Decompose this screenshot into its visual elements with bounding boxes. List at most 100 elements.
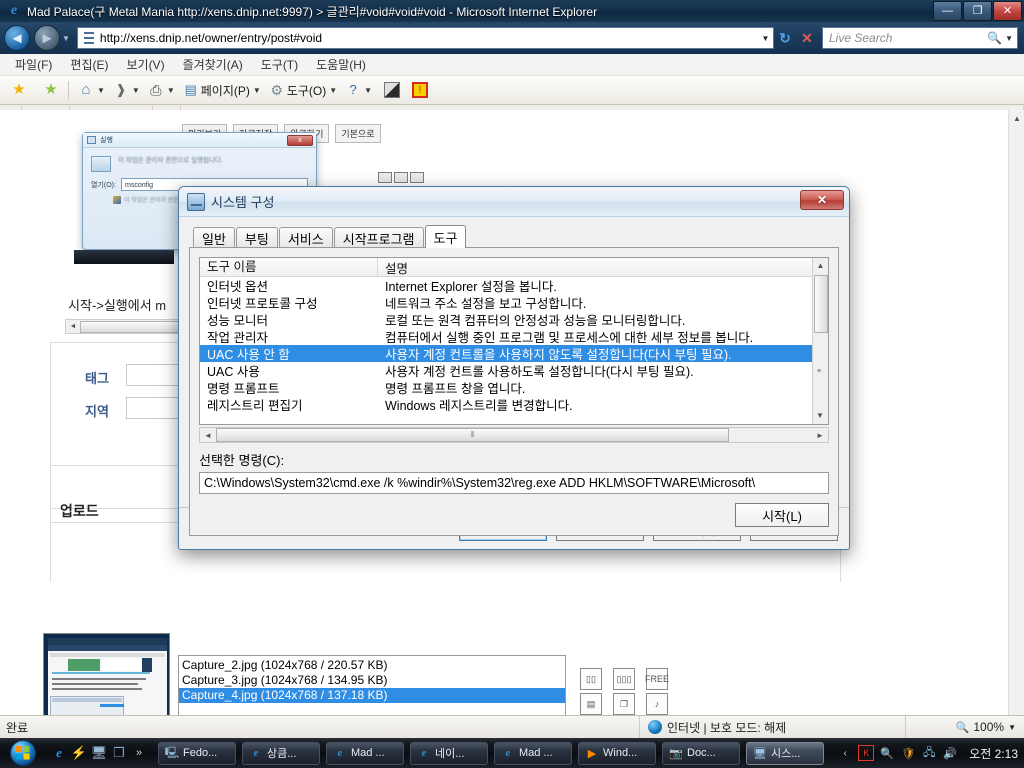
search-input[interactable]: Live Search 🔍 ▼ xyxy=(822,27,1018,49)
menu-item-help[interactable]: 도움말(H) xyxy=(307,54,375,75)
free-layout-icon[interactable]: FREE xyxy=(645,668,669,690)
chevron-down-icon[interactable]: ▼ xyxy=(1008,723,1016,732)
table-row[interactable]: 성능 모니터 로컬 또는 원격 컴퓨터의 안정성과 성능을 모니터링합니다. xyxy=(200,311,828,328)
tools-table-hscrollbar[interactable]: ◄ ⦀ ► xyxy=(199,427,829,443)
upload-thumbnail-preview[interactable] xyxy=(43,633,170,715)
gallery-icon[interactable]: ❐ xyxy=(613,693,635,715)
menu-item-favorites[interactable]: 즐겨찾기(A) xyxy=(174,54,252,75)
table-row[interactable]: 레지스트리 편집기 Windows 레지스트리를 변경합니다. xyxy=(200,396,828,413)
launch-button[interactable]: 시작(L) xyxy=(735,503,829,527)
table-row-selected[interactable]: UAC 사용 안 함 사용자 계정 컨트롤을 사용하지 않도록 설정합니다(다시… xyxy=(200,345,828,362)
tools-menu-button[interactable]: ⚙ 도구(O) ▼ xyxy=(266,79,340,101)
home-button[interactable]: ⌂ ▼ xyxy=(75,79,108,101)
tools-table-vscrollbar[interactable]: ▲ ≡ ▼ xyxy=(812,258,828,424)
chevron-down-icon[interactable]: ▼ xyxy=(364,86,372,95)
scroll-right-icon[interactable]: ► xyxy=(812,431,828,440)
tab-general[interactable]: 일반 xyxy=(193,227,235,248)
tab-startup[interactable]: 시작프로그램 xyxy=(333,227,424,248)
scroll-left-icon[interactable]: ◄ xyxy=(200,431,216,440)
taskbar-button-sysconfig[interactable]: 🖥 시스... xyxy=(746,741,824,765)
tab-services[interactable]: 서비스 xyxy=(278,227,333,248)
menu-item-view[interactable]: 보기(V) xyxy=(117,54,173,75)
two-column-icon[interactable]: ▯▯ xyxy=(580,668,602,690)
scroll-up-icon[interactable]: ▲ xyxy=(813,258,828,274)
scroll-left-icon[interactable]: ◄ xyxy=(66,323,80,330)
menu-item-edit[interactable]: 편집(E) xyxy=(61,54,117,75)
taskbar-button-mad-1[interactable]: e Mad ... xyxy=(326,741,404,765)
table-row[interactable]: 작업 관리자 컴퓨터에서 실행 중인 프로그램 및 프로세스에 대한 세부 정보… xyxy=(200,328,828,345)
restore-button[interactable]: ❐ xyxy=(963,1,992,21)
search-icon[interactable]: 🔍 xyxy=(879,745,895,761)
chevron-down-icon[interactable]: ▼ xyxy=(97,86,105,95)
security-zone[interactable]: 인터넷 | 보호 모드: 해제 xyxy=(640,715,906,739)
menu-item-tools[interactable]: 도구(T) xyxy=(252,54,307,75)
help-menu-button[interactable]: ? ▼ xyxy=(342,79,375,101)
taskbar-button-windows-media[interactable]: ▶ Wind... xyxy=(578,741,656,765)
messenger-button[interactable] xyxy=(381,79,403,101)
taskbar-button-fedo[interactable]: 🖳 Fedo... xyxy=(158,741,236,765)
hscroll-thumb[interactable]: ⦀ xyxy=(216,428,729,442)
tools-table[interactable]: 도구 이름 설명 인터넷 옵션 Internet Explorer 설정을 봅니… xyxy=(199,257,829,425)
table-row[interactable]: 인터넷 옵션 Internet Explorer 설정을 봅니다. xyxy=(200,277,828,294)
chevron-left-icon[interactable]: ‹ xyxy=(837,745,853,761)
network-icon[interactable]: 🖧 xyxy=(921,745,937,761)
list-item[interactable]: Capture_4.jpg (1024x768 / 137.18 KB) xyxy=(179,688,565,703)
switch-window-icon[interactable]: ❐ xyxy=(109,742,129,764)
taskbar-button-mad-2[interactable]: e Mad ... xyxy=(494,741,572,765)
taskbar-button-naver[interactable]: e 네이... xyxy=(410,741,488,765)
system-configuration-dialog[interactable]: 시스템 구성 ✕ 일반 부팅 서비스 시작프로그램 도구 도구 이름 설명 인터… xyxy=(178,186,850,550)
back-button[interactable]: ◄ xyxy=(4,25,30,51)
list-item[interactable]: Capture_2.jpg (1024x768 / 220.57 KB) xyxy=(179,658,565,673)
stop-icon[interactable]: ✕ xyxy=(796,26,818,50)
refresh-icon[interactable]: ↻ xyxy=(774,26,796,50)
column-header-tool-name[interactable]: 도구 이름 xyxy=(200,258,378,277)
table-row[interactable]: UAC 사용 사용자 계정 컨트롤 사용하도록 설정합니다(다시 부팅 필요). xyxy=(200,362,828,379)
search-icon[interactable]: 🔍 xyxy=(987,31,1005,45)
chevron-down-icon[interactable]: ▼ xyxy=(253,86,261,95)
taskbar-button-sangkeum[interactable]: e 상큼... xyxy=(242,741,320,765)
taskbar-button-doc[interactable]: 📷 Doc... xyxy=(662,741,740,765)
page-menu-button[interactable]: ▤ 페이지(P) ▼ xyxy=(180,79,264,101)
chevron-down-icon[interactable]: ▼ xyxy=(167,86,175,95)
show-desktop-icon[interactable]: 🖥 xyxy=(89,742,109,764)
recent-pages-dropdown[interactable]: ▼ xyxy=(62,34,70,43)
minimize-button[interactable]: — xyxy=(933,1,962,21)
address-input[interactable]: http://xens.dnip.net/owner/entry/post#vo… xyxy=(76,27,774,49)
mp3-icon[interactable]: ♪ xyxy=(646,693,668,715)
search-dropdown-icon[interactable]: ▼ xyxy=(1005,34,1017,43)
photo-text-icon[interactable]: ▤ xyxy=(580,693,602,715)
ie-icon[interactable]: e xyxy=(49,742,69,764)
volume-icon[interactable]: 🔊 xyxy=(942,745,958,761)
favorites-center-button[interactable]: ★ xyxy=(8,79,30,101)
start-button[interactable] xyxy=(1,739,45,767)
upload-file-list[interactable]: Capture_2.jpg (1024x768 / 220.57 KB) Cap… xyxy=(178,658,566,715)
bolt-icon[interactable]: ⚡ xyxy=(69,742,89,764)
taskbar-clock[interactable]: 오전 2:13 xyxy=(969,745,1018,762)
scroll-up-icon[interactable]: ▲ xyxy=(1009,110,1024,127)
menu-item-file[interactable]: 파일(F) xyxy=(6,54,61,75)
page-scrollbar[interactable]: ▲ xyxy=(1008,110,1024,715)
tab-tools[interactable]: 도구 xyxy=(424,225,467,248)
scroll-down-icon[interactable]: ▼ xyxy=(813,408,827,424)
zoom-control[interactable]: 🔍 100% ▼ xyxy=(906,720,1024,734)
chevron-down-icon[interactable]: ▼ xyxy=(132,86,140,95)
kaspersky-icon[interactable]: K xyxy=(858,745,875,761)
chevron-down-icon[interactable]: ▼ xyxy=(329,86,337,95)
print-button[interactable]: ⎙ ▼ xyxy=(145,79,178,101)
alert-addon-button[interactable]: ! xyxy=(409,79,431,101)
selected-command-input[interactable]: C:\Windows\System32\cmd.exe /k %windir%\… xyxy=(199,472,829,494)
sysconfig-close-button[interactable]: ✕ xyxy=(800,190,844,210)
add-favorite-button[interactable]: ★ xyxy=(40,79,62,101)
shield-icon[interactable]: 🛡 xyxy=(900,745,916,761)
forward-button[interactable]: ► xyxy=(34,25,60,51)
table-row[interactable]: 명령 프롬프트 명령 프롬프트 창을 엽니다. xyxy=(200,379,828,396)
table-row[interactable]: 인터넷 프로토콜 구성 네트워크 주소 설정을 보고 구성합니다. xyxy=(200,294,828,311)
hscroll-track[interactable]: ⦀ xyxy=(216,428,812,442)
address-dropdown-icon[interactable]: ▼ xyxy=(758,34,773,43)
tab-boot[interactable]: 부팅 xyxy=(235,227,278,248)
feeds-button[interactable]: ❱ ▼ xyxy=(110,79,143,101)
chevron-more-icon[interactable]: » xyxy=(129,742,149,764)
three-column-icon[interactable]: ▯▯▯ xyxy=(613,668,635,690)
vscroll-thumb[interactable] xyxy=(814,275,828,333)
list-item[interactable]: Capture_3.jpg (1024x768 / 134.95 KB) xyxy=(179,673,565,688)
